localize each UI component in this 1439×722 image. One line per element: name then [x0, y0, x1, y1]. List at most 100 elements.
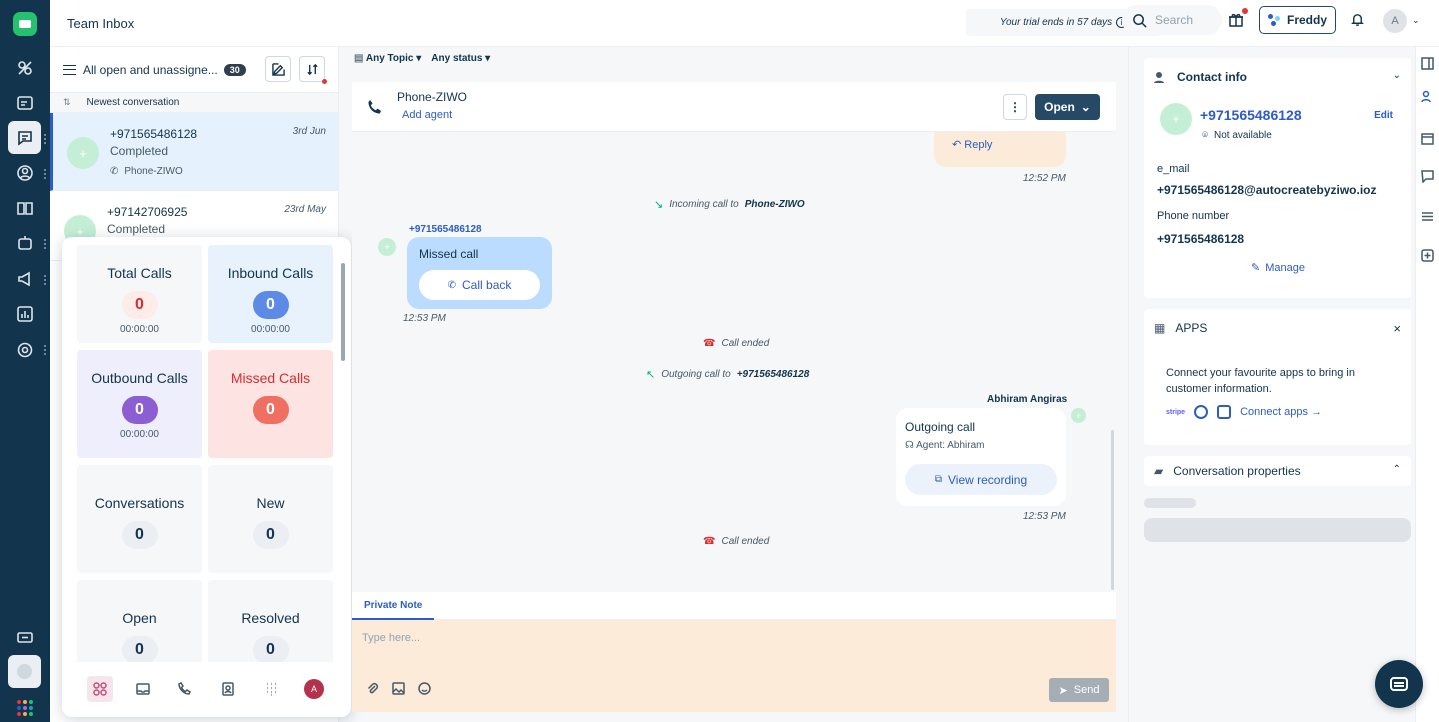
person-icon[interactable] [13, 161, 37, 185]
status-open-button[interactable]: Open ⌄ [1035, 94, 1100, 120]
call-end-icon: ☎ [703, 536, 716, 547]
incoming-call-event: ↘ Incoming call to Phone-ZIWO [654, 198, 805, 211]
sort-button[interactable] [299, 56, 327, 84]
search-icon [1133, 13, 1147, 28]
grid-dot [23, 712, 27, 716]
conversation-properties-card[interactable]: ▰ Conversation properties ⌃ [1144, 456, 1411, 486]
help-chat-button[interactable] [1375, 660, 1423, 708]
inbound-calls-tile[interactable]: Inbound Calls 0 00:00:00 [208, 245, 333, 343]
widget-user-avatar[interactable]: A [301, 676, 327, 702]
connect-apps-link[interactable]: Connect apps → [1240, 406, 1322, 418]
conversation-number: +97142706925 [107, 205, 188, 219]
contact-icon[interactable] [1421, 90, 1435, 104]
dialpad-icon[interactable] [258, 676, 284, 702]
topic-filter[interactable]: ▤ Any Topic ▾ [354, 53, 421, 64]
grid-dot [23, 706, 27, 710]
contact-info-header[interactable]: Contact info [1154, 70, 1247, 84]
close-icon[interactable]: × [1393, 321, 1401, 336]
chevron-down-icon[interactable]: ⌄ [1412, 15, 1420, 26]
message-time: 12:52 PM [1023, 173, 1066, 184]
new-tile[interactable]: New 0 [208, 465, 333, 573]
chat-icon[interactable] [1421, 170, 1435, 184]
sliders-icon[interactable] [1421, 210, 1435, 224]
rail-more-dots[interactable] [44, 134, 47, 144]
conversation-pane: Phone-ZIWO Add agent ⋮ Open ⌄ ↶ Reply 12:… [352, 82, 1116, 712]
more-options-button[interactable]: ⋮ [1003, 94, 1027, 120]
reports-icon[interactable] [13, 302, 37, 326]
emoji-icon[interactable] [418, 682, 431, 695]
freddy-icon [1267, 13, 1281, 27]
contact-info-title: Contact info [1177, 70, 1247, 84]
inbox-icon[interactable] [130, 676, 156, 702]
settings-icon[interactable] [13, 338, 37, 362]
view-selector[interactable]: All open and unassigne... [83, 63, 218, 77]
collapse-panel-icon[interactable] [1421, 57, 1435, 71]
bell-icon[interactable] [1350, 12, 1365, 30]
contact-icon [1154, 71, 1164, 83]
open-tile[interactable]: Open 0 [77, 580, 202, 670]
agent-name: Abhiram Angiras [987, 394, 1068, 405]
ticket-icon[interactable] [13, 625, 37, 649]
call-back-button[interactable]: ✆ Call back [419, 270, 540, 300]
email-value: +971565486128@autocreatebyziwo.ioz [1157, 183, 1377, 197]
bot-icon[interactable] [13, 231, 37, 255]
status-filter[interactable]: Any status ▾ [431, 53, 490, 64]
compose-button[interactable] [265, 56, 291, 82]
edit-contact-link[interactable]: Edit [1374, 110, 1393, 121]
outgoing-target: +971565486128 [736, 369, 810, 380]
grid-dot [17, 700, 21, 704]
total-calls-tile[interactable]: Total Calls 0 00:00:00 [77, 245, 202, 343]
attachment-icon[interactable] [366, 682, 379, 695]
chevron-up-icon[interactable]: ⌃ [1393, 464, 1401, 475]
tile-title: New [256, 495, 285, 511]
calendar-icon[interactable] [1421, 132, 1435, 146]
chevron-down-icon: ⌄ [1080, 100, 1091, 114]
chevron-down-icon[interactable]: ⌄ [1393, 70, 1401, 81]
manage-link[interactable]: ✎ Manage [1251, 261, 1305, 275]
tile-duration: 00:00:00 [120, 429, 159, 440]
freshchat-logo-icon[interactable] [13, 12, 37, 36]
tile-title: Total Calls [107, 265, 172, 281]
outbound-calls-tile[interactable]: Outbound Calls 0 00:00:00 [77, 350, 202, 458]
image-icon[interactable] [392, 682, 405, 695]
resolved-tile[interactable]: Resolved 0 [208, 580, 333, 670]
reply-link[interactable]: ↶ Reply [952, 138, 992, 151]
thread-scrollbar[interactable] [1111, 430, 1114, 590]
add-icon[interactable] [1421, 249, 1435, 263]
tile-title: Outbound Calls [91, 370, 188, 386]
availability: ⌾ Not available [1202, 130, 1272, 141]
apps-description: Connect your favourite apps to bring in … [1166, 367, 1355, 395]
conversations-icon[interactable] [8, 121, 41, 154]
right-icon-strip [1415, 47, 1439, 722]
call-end-icon: ☎ [703, 338, 716, 349]
sort-indicator-dot [322, 79, 327, 84]
view-recording-button[interactable]: ⧉ View recording [905, 464, 1057, 495]
tab-private-note[interactable]: Private Note [352, 592, 435, 620]
hamburger-icon[interactable] [63, 64, 76, 75]
gift-icon[interactable] [1228, 8, 1248, 29]
apps-card: ▦ APPS × Connect your favourite apps to b… [1144, 309, 1411, 445]
search-input[interactable]: Search [1122, 5, 1222, 35]
conversation-channel: ✆ Phone-ZIWO [110, 166, 183, 177]
missed-calls-tile[interactable]: Missed Calls 0 [208, 350, 333, 458]
outgoing-call-title: Outgoing call [905, 420, 976, 434]
contacts-icon[interactable] [13, 56, 37, 80]
conversation-item[interactable]: + +971565486128 Completed ✆ Phone-ZIWO 3r… [50, 113, 338, 191]
compose-input[interactable]: Type here... [362, 632, 420, 644]
apps-grid-icon[interactable] [17, 700, 33, 716]
user-status-icon[interactable] [8, 655, 41, 688]
sort-row[interactable]: ⇅ Newest conversation [50, 93, 338, 113]
add-agent-link[interactable]: Add agent [402, 109, 452, 121]
freddy-button[interactable]: Freddy [1259, 6, 1336, 34]
inbox-overview-icon[interactable] [13, 91, 37, 115]
megaphone-icon[interactable] [13, 267, 37, 291]
book-icon[interactable] [13, 196, 37, 220]
send-button[interactable]: ➤ Send [1049, 678, 1109, 702]
conversations-tile[interactable]: Conversations 0 [77, 465, 202, 573]
phone-icon[interactable] [172, 676, 198, 702]
widget-scrollbar[interactable] [341, 263, 345, 361]
user-avatar[interactable]: A [1383, 9, 1407, 33]
dashboard-icon[interactable] [87, 676, 113, 702]
contacts-card-icon[interactable] [215, 676, 241, 702]
conversation-status: Completed [107, 222, 166, 236]
